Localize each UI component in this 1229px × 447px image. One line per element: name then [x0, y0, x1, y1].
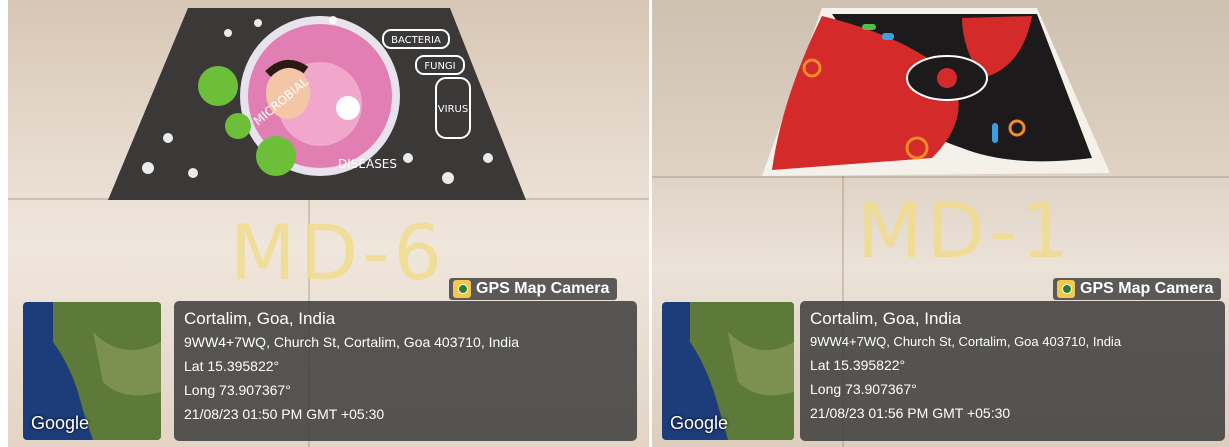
location-longitude: Long 73.907367° [810, 381, 917, 397]
location-address: 9WW4+7WQ, Church St, Cortalim, Goa 40371… [810, 334, 1122, 349]
photo-left: BACTERIA FUNGI VIRUS MICROBIAL DISEASES … [8, 0, 649, 447]
location-latitude: Lat 15.395822° [810, 357, 906, 373]
location-info-panel: Cortalim, Goa, India 9WW4+7WQ, Church St… [800, 301, 1225, 441]
eye-drawing [937, 68, 957, 88]
location-datetime: 21/08/23 01:56 PM GMT +05:30 [810, 405, 1011, 421]
gps-map-camera-badge: GPS Map Camera [449, 278, 618, 300]
rangoli-microbes-design [762, 8, 1110, 176]
location-info-panel: Cortalim, Goa, India 9WW4+7WQ, Church St… [174, 301, 637, 441]
location-city: Cortalim, Goa, India [810, 309, 962, 328]
photo-right: MD-1 GPS Map Camera Google Cortalim, Goa… [652, 0, 1229, 447]
gps-badge-label: GPS Map Camera [476, 280, 610, 297]
rangoli-word-diseases: DISEASES [338, 157, 397, 171]
rangoli-microbial-diseases: BACTERIA FUNGI VIRUS MICROBIAL DISEASES [108, 8, 526, 200]
gps-map-camera-badge: GPS Map Camera [1053, 278, 1222, 300]
google-map-label: Google [31, 413, 90, 433]
location-longitude: Long 73.907367° [184, 382, 291, 398]
satellite-map-thumbnail: Google [23, 302, 161, 440]
gps-camera-app-icon [1057, 280, 1075, 298]
gps-camera-app-icon [453, 280, 471, 298]
gps-badge-label: GPS Map Camera [1080, 280, 1214, 297]
rangoli-word-virus: VIRUS [438, 104, 468, 115]
location-address: 9WW4+7WQ, Church St, Cortalim, Goa 40371… [184, 334, 519, 350]
rangoli-word-fungi: FUNGI [424, 61, 455, 72]
rangoli-word-bacteria: BACTERIA [391, 35, 441, 46]
location-city: Cortalim, Goa, India [184, 309, 336, 328]
chalk-marking: MD-1 [857, 186, 1073, 275]
location-datetime: 21/08/23 01:50 PM GMT +05:30 [184, 406, 385, 422]
google-map-label: Google [670, 413, 729, 433]
chalk-marking: MD-6 [230, 208, 446, 297]
satellite-map-thumbnail: Google [662, 302, 794, 440]
location-latitude: Lat 15.395822° [184, 358, 280, 374]
